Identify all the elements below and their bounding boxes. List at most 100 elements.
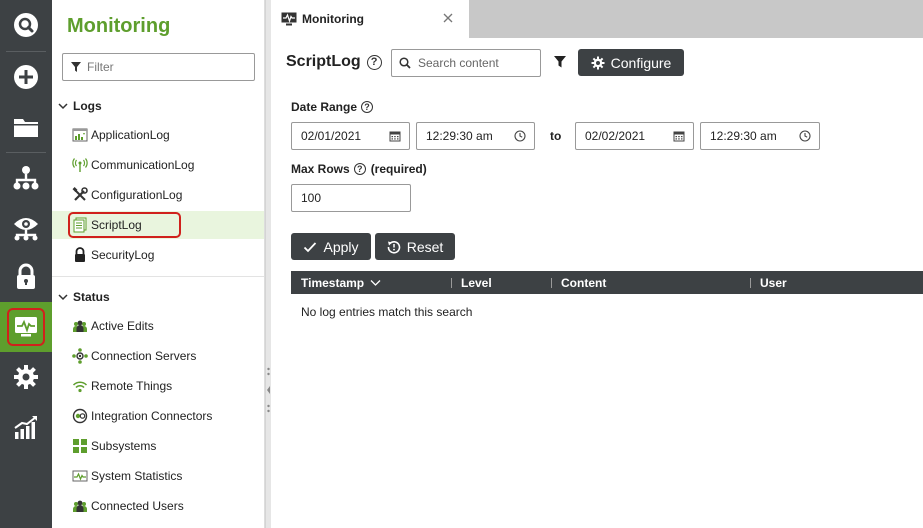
- monitoring-highlight: [7, 308, 45, 346]
- close-icon[interactable]: [440, 11, 456, 25]
- nav-item-integration-connectors[interactable]: Integration Connectors: [52, 402, 264, 430]
- nav-item-communicationlog[interactable]: CommunicationLog: [52, 151, 264, 179]
- from-date-value: 02/01/2021: [301, 129, 362, 143]
- to-date-input[interactable]: 02/02/2021: [575, 122, 694, 150]
- filter-icon: [71, 62, 81, 72]
- nav-item-label: ConfigurationLog: [91, 188, 183, 202]
- add-icon: [14, 65, 38, 89]
- chevron-down-icon: [58, 103, 68, 110]
- section-logs-label: Logs: [73, 99, 102, 113]
- search-input[interactable]: [418, 56, 538, 70]
- help-icon[interactable]: ?: [361, 101, 374, 113]
- from-time-value: 12:29:30 am: [426, 129, 493, 143]
- section-status[interactable]: Status: [58, 287, 110, 307]
- nav-item-label: Remote Things: [91, 379, 173, 393]
- column-content[interactable]: Content: [561, 271, 606, 294]
- nav-item-subsystems[interactable]: Subsystems: [52, 432, 264, 460]
- chevron-down-icon: [370, 279, 381, 286]
- nav-item-label: Connection Servers: [91, 349, 197, 363]
- reset-button[interactable]: Reset: [375, 233, 455, 260]
- gear-icon: [591, 56, 605, 69]
- nav-item-connected-users[interactable]: Connected Users: [52, 492, 264, 520]
- section-status-label: Status: [73, 290, 110, 304]
- communication-log-icon: [72, 158, 88, 172]
- tab-label: Monitoring: [302, 12, 364, 26]
- calendar-icon[interactable]: [673, 130, 685, 142]
- nav-item-scriptlog[interactable]: ScriptLog: [52, 211, 264, 239]
- tab-bar: Monitoring: [271, 0, 923, 38]
- column-level[interactable]: Level: [461, 271, 492, 294]
- max-rows-value: 100: [301, 191, 322, 205]
- application-log-icon: [72, 128, 88, 142]
- to-time-value: 12:29:30 am: [710, 129, 777, 143]
- column-user-label: User: [760, 275, 787, 290]
- filter-icon[interactable]: [554, 56, 566, 68]
- rail-folder-button[interactable]: [0, 102, 52, 152]
- tab-monitoring[interactable]: Monitoring: [271, 0, 469, 38]
- active-edits-icon: [73, 320, 87, 332]
- gear-icon: [14, 365, 38, 389]
- rail-settings-button[interactable]: [0, 352, 52, 402]
- connection-servers-icon: [72, 348, 88, 364]
- rail-eye-button[interactable]: [0, 202, 52, 252]
- nav-item-configurationlog[interactable]: ConfigurationLog: [52, 181, 264, 209]
- to-label: to: [550, 129, 562, 143]
- clock-icon[interactable]: [514, 130, 526, 142]
- to-time-input[interactable]: 12:29:30 am: [700, 122, 820, 150]
- from-date-input[interactable]: 02/01/2021: [291, 122, 410, 150]
- nav-item-label: Connected Users: [91, 499, 184, 513]
- help-icon[interactable]: ?: [353, 163, 366, 175]
- reset-label: Reset: [406, 238, 444, 255]
- column-level-label: Level: [461, 275, 492, 290]
- from-time-input[interactable]: 12:29:30 am: [416, 122, 535, 150]
- nav-item-label: Integration Connectors: [91, 409, 213, 423]
- column-user[interactable]: User: [760, 271, 787, 294]
- filter-input[interactable]: [87, 60, 247, 74]
- configure-button[interactable]: Configure: [578, 49, 684, 76]
- nav-item-applicationlog[interactable]: ApplicationLog: [52, 121, 264, 149]
- rail-search-button[interactable]: [0, 0, 52, 50]
- main-content: ScriptLog ? Configure Date Range ? 02/01…: [271, 38, 923, 528]
- subsystems-icon: [73, 439, 87, 453]
- nav-item-remote-things[interactable]: Remote Things: [52, 372, 264, 400]
- column-timestamp[interactable]: Timestamp: [301, 271, 381, 294]
- column-timestamp-label: Timestamp: [301, 275, 365, 290]
- nav-filter[interactable]: [62, 53, 255, 81]
- nav-item-active-edits[interactable]: Active Edits: [52, 312, 264, 340]
- nav-item-label: Active Edits: [91, 319, 154, 333]
- search-box[interactable]: [391, 49, 541, 77]
- page-title-row: ScriptLog ?: [286, 53, 382, 71]
- configure-label: Configure: [610, 54, 672, 71]
- search-icon: [14, 13, 38, 37]
- analytics-icon: [14, 416, 37, 439]
- rail-monitoring-button[interactable]: [0, 302, 52, 352]
- rail-security-button[interactable]: [0, 252, 52, 302]
- lock-icon: [17, 263, 35, 289]
- icon-rail: [0, 0, 52, 528]
- system-statistics-icon: [72, 470, 88, 482]
- integration-connectors-icon: [72, 408, 88, 424]
- rail-add-button[interactable]: [0, 52, 52, 102]
- column-content-label: Content: [561, 275, 607, 290]
- help-icon[interactable]: ?: [366, 54, 382, 70]
- rail-analytics-button[interactable]: [0, 402, 52, 452]
- page-title: ScriptLog: [286, 53, 361, 70]
- nav-item-system-statistics[interactable]: System Statistics: [52, 462, 264, 490]
- remote-things-icon: [72, 381, 88, 393]
- max-rows-input[interactable]: 100: [291, 184, 411, 212]
- empty-message: No log entries match this search: [301, 305, 473, 319]
- navigation-panel: Monitoring Logs ApplicationLog Communica…: [52, 0, 265, 528]
- calendar-icon[interactable]: [389, 130, 401, 142]
- nav-item-securitylog[interactable]: SecurityLog: [52, 241, 264, 269]
- table-header: Timestamp Level Content User: [291, 271, 923, 294]
- nav-item-connection-servers[interactable]: Connection Servers: [52, 342, 264, 370]
- clock-icon[interactable]: [799, 130, 811, 142]
- nav-item-label: ApplicationLog: [91, 128, 170, 142]
- rail-hierarchy-button[interactable]: [0, 153, 52, 203]
- date-range-text: Date Range: [291, 100, 358, 114]
- apply-button[interactable]: Apply: [291, 233, 371, 260]
- search-icon: [399, 57, 411, 69]
- section-logs[interactable]: Logs: [58, 96, 102, 116]
- connected-users-icon: [73, 500, 87, 512]
- nav-item-label: System Statistics: [91, 469, 183, 483]
